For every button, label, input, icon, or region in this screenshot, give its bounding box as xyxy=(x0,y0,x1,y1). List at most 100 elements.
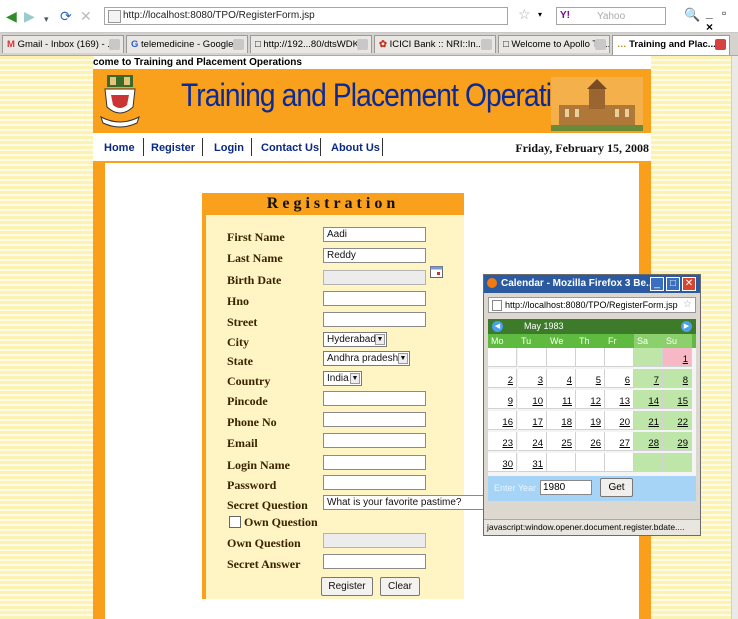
city-select[interactable]: Hyderabad ▼ xyxy=(323,332,387,347)
calendar-day[interactable]: 13 xyxy=(605,390,634,409)
calendar-day[interactable]: 23 xyxy=(488,432,517,451)
tab-telemedicine[interactable]: G telemedicine - Google... xyxy=(126,35,248,53)
reload-icon[interactable]: ⟳ xyxy=(60,8,72,24)
calendar-day[interactable]: 12 xyxy=(576,390,605,409)
label-email: Email xyxy=(227,436,258,450)
register-button[interactable]: Register xyxy=(321,577,373,596)
close-tab-icon[interactable] xyxy=(233,39,244,50)
menu-register[interactable]: Register xyxy=(151,142,195,154)
get-button[interactable]: Get xyxy=(600,478,633,497)
page-scrollbar[interactable] xyxy=(731,56,738,619)
maximize-icon[interactable]: □ xyxy=(666,277,680,291)
hno-field[interactable] xyxy=(323,291,426,306)
calendar-day[interactable]: 2 xyxy=(488,369,517,388)
year-input[interactable]: 1980 xyxy=(540,480,592,495)
pincode-field[interactable] xyxy=(323,391,426,406)
close-tab-icon[interactable] xyxy=(715,39,726,50)
close-tab-icon[interactable] xyxy=(357,39,368,50)
own-question-checkbox[interactable] xyxy=(229,516,241,528)
tab-apollo[interactable]: □ Welcome to Apollo Te... xyxy=(498,35,610,53)
calendar-day[interactable]: 20 xyxy=(605,411,634,430)
state-select[interactable]: Andhra pradesh ▼ xyxy=(323,351,410,366)
weekday-header: Th xyxy=(579,336,590,346)
calendar-day[interactable]: 27 xyxy=(605,432,634,451)
first-name-field[interactable]: Aadi xyxy=(323,227,426,242)
url-bar[interactable]: http://localhost:8080/TPO/RegisterForm.j… xyxy=(104,7,508,25)
calendar-day[interactable]: 22 xyxy=(663,411,692,430)
calendar-day[interactable]: 1 xyxy=(663,348,692,367)
login-name-field[interactable] xyxy=(323,455,426,470)
previous-month-icon[interactable]: ◀ xyxy=(492,321,503,332)
next-month-icon[interactable]: ▶ xyxy=(681,321,692,332)
calendar-day[interactable]: 29 xyxy=(663,432,692,451)
menu-home[interactable]: Home xyxy=(104,142,135,154)
own-question-field[interactable] xyxy=(323,533,426,548)
calendar-day[interactable]: 10 xyxy=(518,390,547,409)
country-select[interactable]: India ▼ xyxy=(323,371,362,386)
email-field[interactable] xyxy=(323,433,426,448)
calendar-day[interactable]: 6 xyxy=(605,369,634,388)
secret-question-select[interactable]: What is your favorite pastime? xyxy=(323,495,491,510)
calendar-day[interactable]: 8 xyxy=(663,369,692,388)
calendar-day[interactable]: 19 xyxy=(576,411,605,430)
clear-button[interactable]: Clear xyxy=(380,577,420,596)
search-icon[interactable]: 🔍 xyxy=(684,7,700,23)
close-tab-icon[interactable] xyxy=(109,39,120,50)
calendar-day[interactable]: 24 xyxy=(518,432,547,451)
page-favicon-icon xyxy=(492,300,502,312)
tab-label: telemedicine - Google... xyxy=(141,39,242,50)
calendar-day[interactable]: 21 xyxy=(634,411,663,430)
state-value: Andhra pradesh xyxy=(327,353,399,364)
minimize-icon[interactable]: _ xyxy=(650,277,664,291)
forward-icon[interactable]: ▶ xyxy=(24,8,35,24)
url-text: http://localhost:8080/TPO/RegisterForm.j… xyxy=(123,10,315,21)
close-icon[interactable]: ✕ xyxy=(682,277,696,291)
birth-date-field[interactable] xyxy=(323,270,426,285)
tab-training[interactable]: … Training and Plac... xyxy=(612,35,730,55)
secret-answer-field[interactable] xyxy=(323,554,426,569)
menu-about-us[interactable]: About Us xyxy=(331,142,380,154)
password-field[interactable] xyxy=(323,475,426,490)
calendar-day[interactable]: 7 xyxy=(634,369,663,388)
bookmark-star-icon[interactable]: ☆ xyxy=(683,298,692,312)
tab-dtswdk[interactable]: □ http://192...80/dtsWDK xyxy=(250,35,372,53)
back-icon[interactable]: ◀ xyxy=(6,8,17,24)
tab-icici[interactable]: ✿ ICICI Bank :: NRI::In... xyxy=(374,35,496,53)
calendar-day[interactable]: 5 xyxy=(576,369,605,388)
last-name-field[interactable]: Reddy xyxy=(323,248,426,263)
calendar-day[interactable]: 28 xyxy=(634,432,663,451)
tab-gmail[interactable]: M Gmail - Inbox (169) - ... xyxy=(2,35,124,53)
calendar-day[interactable]: 16 xyxy=(488,411,517,430)
calendar-day[interactable]: 26 xyxy=(576,432,605,451)
url-dropdown-icon[interactable]: ▾ xyxy=(538,10,542,19)
label-phone: Phone No xyxy=(227,415,277,429)
calendar-day[interactable]: 11 xyxy=(547,390,576,409)
calendar-day[interactable]: 25 xyxy=(547,432,576,451)
close-tab-icon[interactable] xyxy=(481,39,492,50)
calendar-day[interactable]: 15 xyxy=(663,390,692,409)
calendar-day[interactable]: 30 xyxy=(488,453,517,472)
popup-url-bar[interactable]: http://localhost:8080/TPO/RegisterForm.j… xyxy=(488,297,696,313)
window-controls[interactable]: _ ▫ × xyxy=(706,6,738,34)
calendar-empty-cell xyxy=(547,453,576,472)
calendar-day[interactable]: 4 xyxy=(547,369,576,388)
stop-icon[interactable]: ✕ xyxy=(80,8,92,24)
phone-field[interactable] xyxy=(323,412,426,427)
calendar-day[interactable]: 31 xyxy=(518,453,547,472)
calendar-day[interactable]: 3 xyxy=(518,369,547,388)
calendar-day[interactable]: 9 xyxy=(488,390,517,409)
menu-contact-us[interactable]: Contact Us xyxy=(261,142,319,154)
calendar-day[interactable]: 14 xyxy=(634,390,663,409)
close-tab-icon[interactable] xyxy=(595,39,606,50)
calendar-picker-icon[interactable] xyxy=(430,266,443,278)
menu-login[interactable]: Login xyxy=(214,142,244,154)
label-secret-answer: Secret Answer xyxy=(227,557,301,571)
history-dropdown-icon[interactable]: ▾ xyxy=(44,11,49,27)
search-input[interactable]: Y! Yahoo xyxy=(556,7,666,25)
label-first-name: First Name xyxy=(227,230,285,244)
bookmark-star-icon[interactable]: ☆ xyxy=(518,6,531,23)
calendar-day[interactable]: 18 xyxy=(547,411,576,430)
calendar-header: ◀ May 1983 ▶ xyxy=(488,319,696,334)
street-field[interactable] xyxy=(323,312,426,327)
calendar-day[interactable]: 17 xyxy=(518,411,547,430)
